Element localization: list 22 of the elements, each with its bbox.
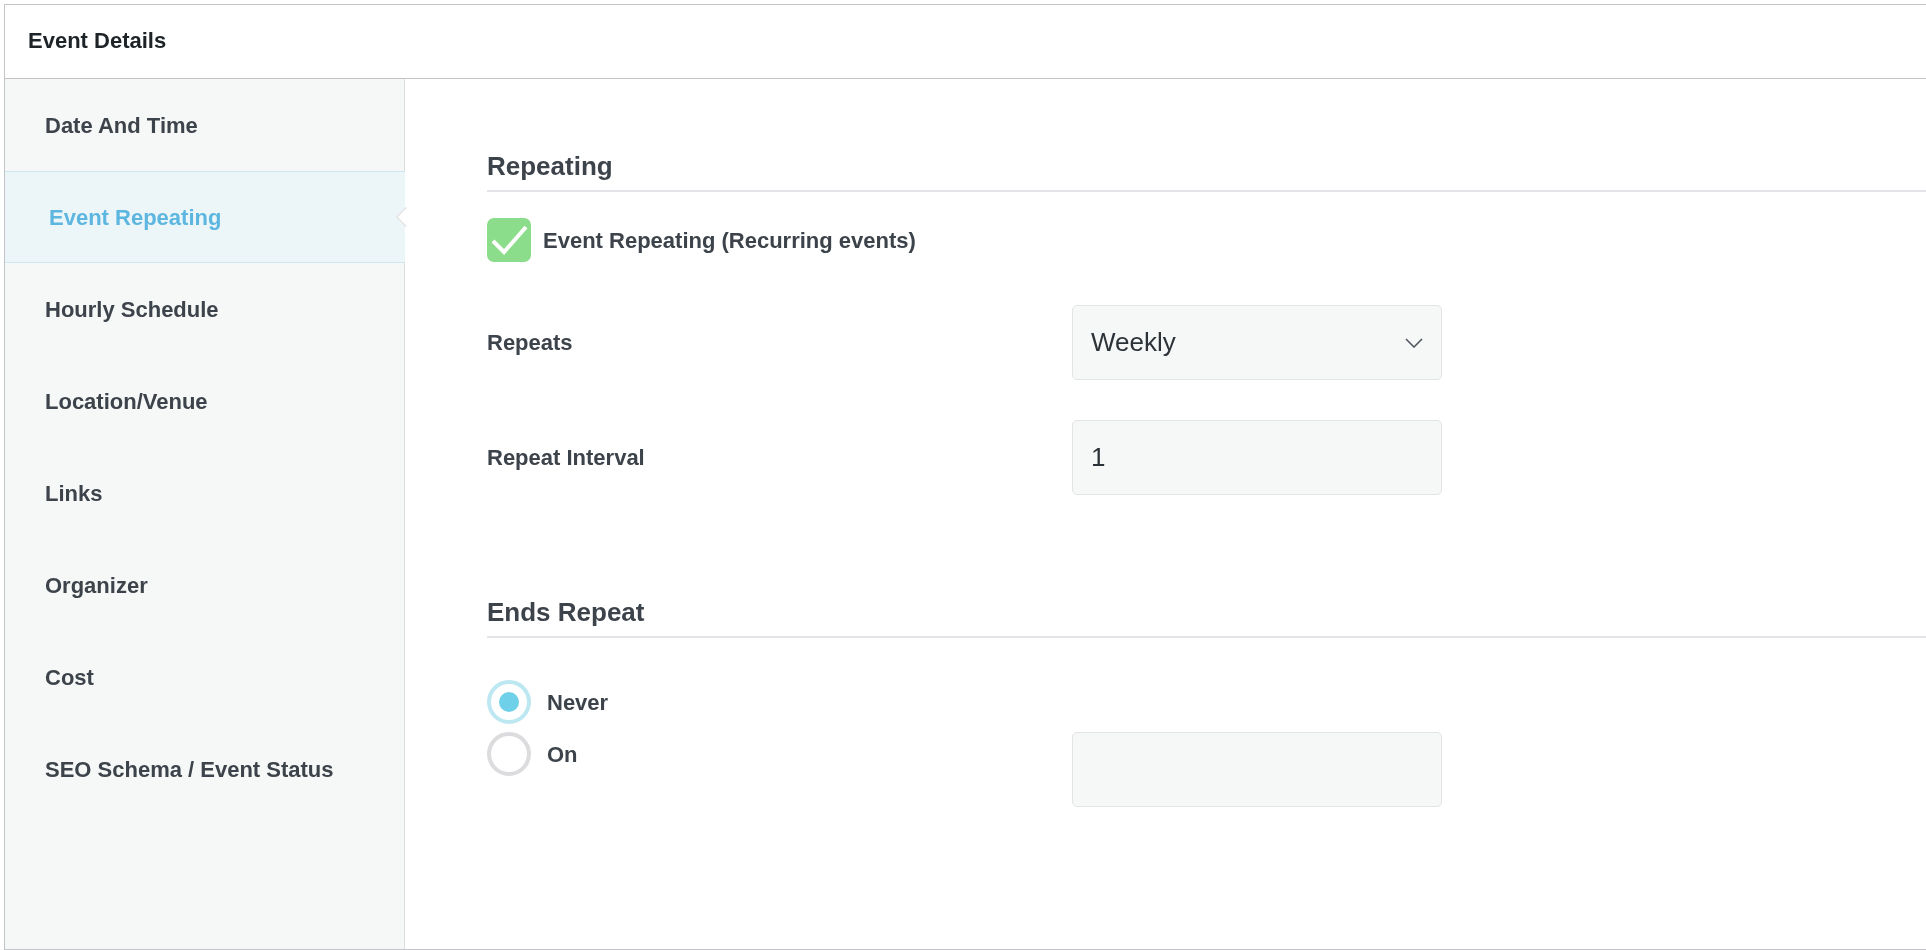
checkbox-label: Event Repeating (Recurring events) <box>543 226 916 255</box>
radio-label: Never <box>547 688 609 717</box>
panel-title: Event Details <box>28 28 167 55</box>
date-input[interactable] <box>1072 732 1442 808</box>
checkbox[interactable] <box>487 218 531 263</box>
sidebar-tab[interactable]: Organizer <box>5 539 404 631</box>
sidebar-tab[interactable]: Hourly Schedule <box>5 263 404 355</box>
repeats-select[interactable]: Weekly <box>1072 305 1442 381</box>
sidebar-tab[interactable]: Links <box>5 447 404 539</box>
section-heading: Repeating <box>487 151 1926 193</box>
radio-label: On <box>547 740 578 769</box>
chevron-down-icon <box>1405 337 1423 348</box>
field-label: Repeats <box>487 329 574 358</box>
sidebar-tab[interactable]: Location/Venue <box>5 355 404 447</box>
radio-button[interactable] <box>487 680 531 725</box>
sidebar-tab[interactable]: SEO Schema / Event Status <box>5 723 404 815</box>
radio-button[interactable] <box>487 732 531 777</box>
field-label: Repeat Interval <box>487 444 646 473</box>
interval-input[interactable]: 1 <box>1072 420 1442 496</box>
section-heading: Ends Repeat <box>487 597 1926 639</box>
sidebar-tab[interactable]: Cost <box>5 631 404 723</box>
sidebar-tab[interactable]: Date And Time <box>5 79 404 171</box>
